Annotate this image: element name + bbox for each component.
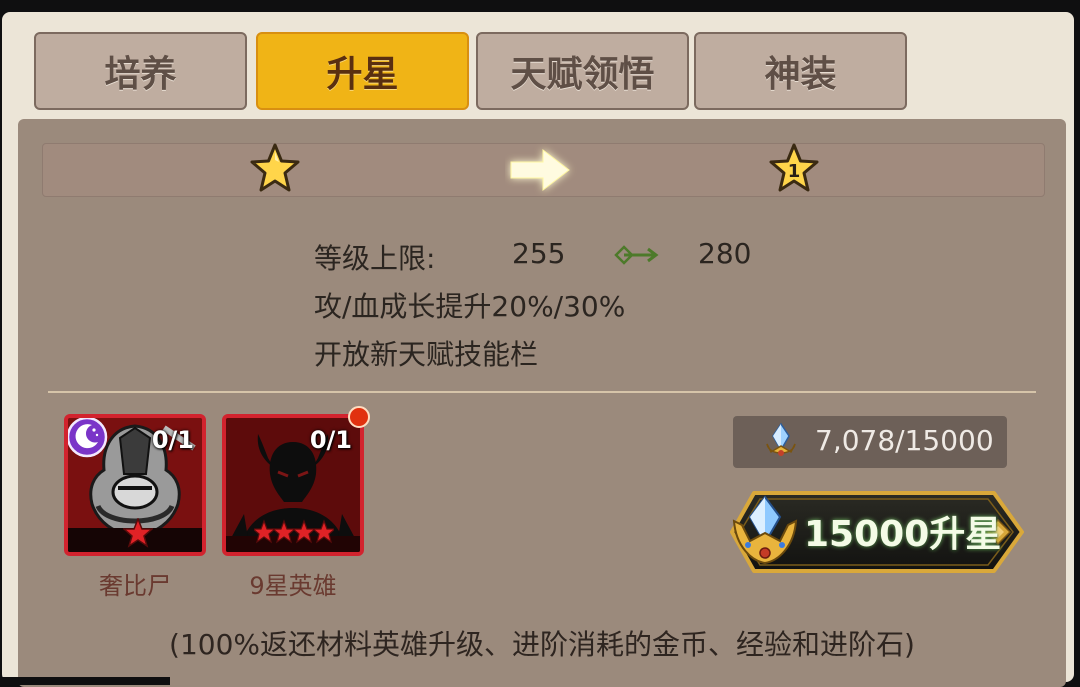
refund-note: (100%返还材料英雄升级、进阶消耗的金币、经验和进阶石) <box>169 628 915 661</box>
moon-icon <box>68 418 108 458</box>
upgrade-window: 培养 升星 天赋领悟 神装 1 等级上限: 255 280 攻/血成长提升20%… <box>2 12 1074 687</box>
material-name: 9星英雄 <box>249 572 337 600</box>
material-count: 0/1 <box>151 426 194 454</box>
red-dot-badge <box>348 406 370 428</box>
material-name: 奢比尸 <box>99 572 171 600</box>
talent-slot-text: 开放新天赋技能栏 <box>314 338 539 371</box>
star-progress-bar: 1 <box>42 143 1045 197</box>
level-cap-from: 255 <box>512 237 566 270</box>
next-star-number: 1 <box>787 160 801 182</box>
red-stars-row <box>254 519 334 544</box>
level-cap-to: 280 <box>698 237 752 270</box>
crystal-crown-icon <box>766 422 796 456</box>
star-up-panel: 1 等级上限: 255 280 攻/血成长提升20%/30% 开放新天赋技能栏 <box>18 119 1066 687</box>
material-count: 0/1 <box>309 426 352 454</box>
star-up-button-label: 15000升星 <box>804 514 1002 555</box>
green-arrow-icon <box>614 245 659 265</box>
bottom-edge-strip <box>0 677 170 685</box>
crystal-cost-text: 7,078/15000 <box>815 424 994 457</box>
level-cap-label: 等级上限: <box>314 242 436 275</box>
arrow-right-icon <box>510 148 570 192</box>
growth-bonus-text: 攻/血成长提升20%/30% <box>314 290 626 323</box>
material-card-zombie[interactable]: 0/1 <box>64 414 206 556</box>
red-star-icon <box>123 518 153 548</box>
crystal-crown-icon <box>732 495 798 565</box>
star-up-button[interactable]: 15000升星 <box>724 491 1024 573</box>
star-icon <box>250 143 300 192</box>
tab-talent[interactable]: 天赋领悟 <box>476 32 689 110</box>
crystal-cost-box: 7,078/15000 <box>733 416 1007 468</box>
material-card-9star-hero[interactable]: 0/1 <box>222 414 364 556</box>
tab-divine-gear[interactable]: 神装 <box>694 32 907 110</box>
divider <box>48 391 1036 393</box>
tab-cultivate[interactable]: 培养 <box>34 32 247 110</box>
tab-star-up[interactable]: 升星 <box>256 32 469 110</box>
